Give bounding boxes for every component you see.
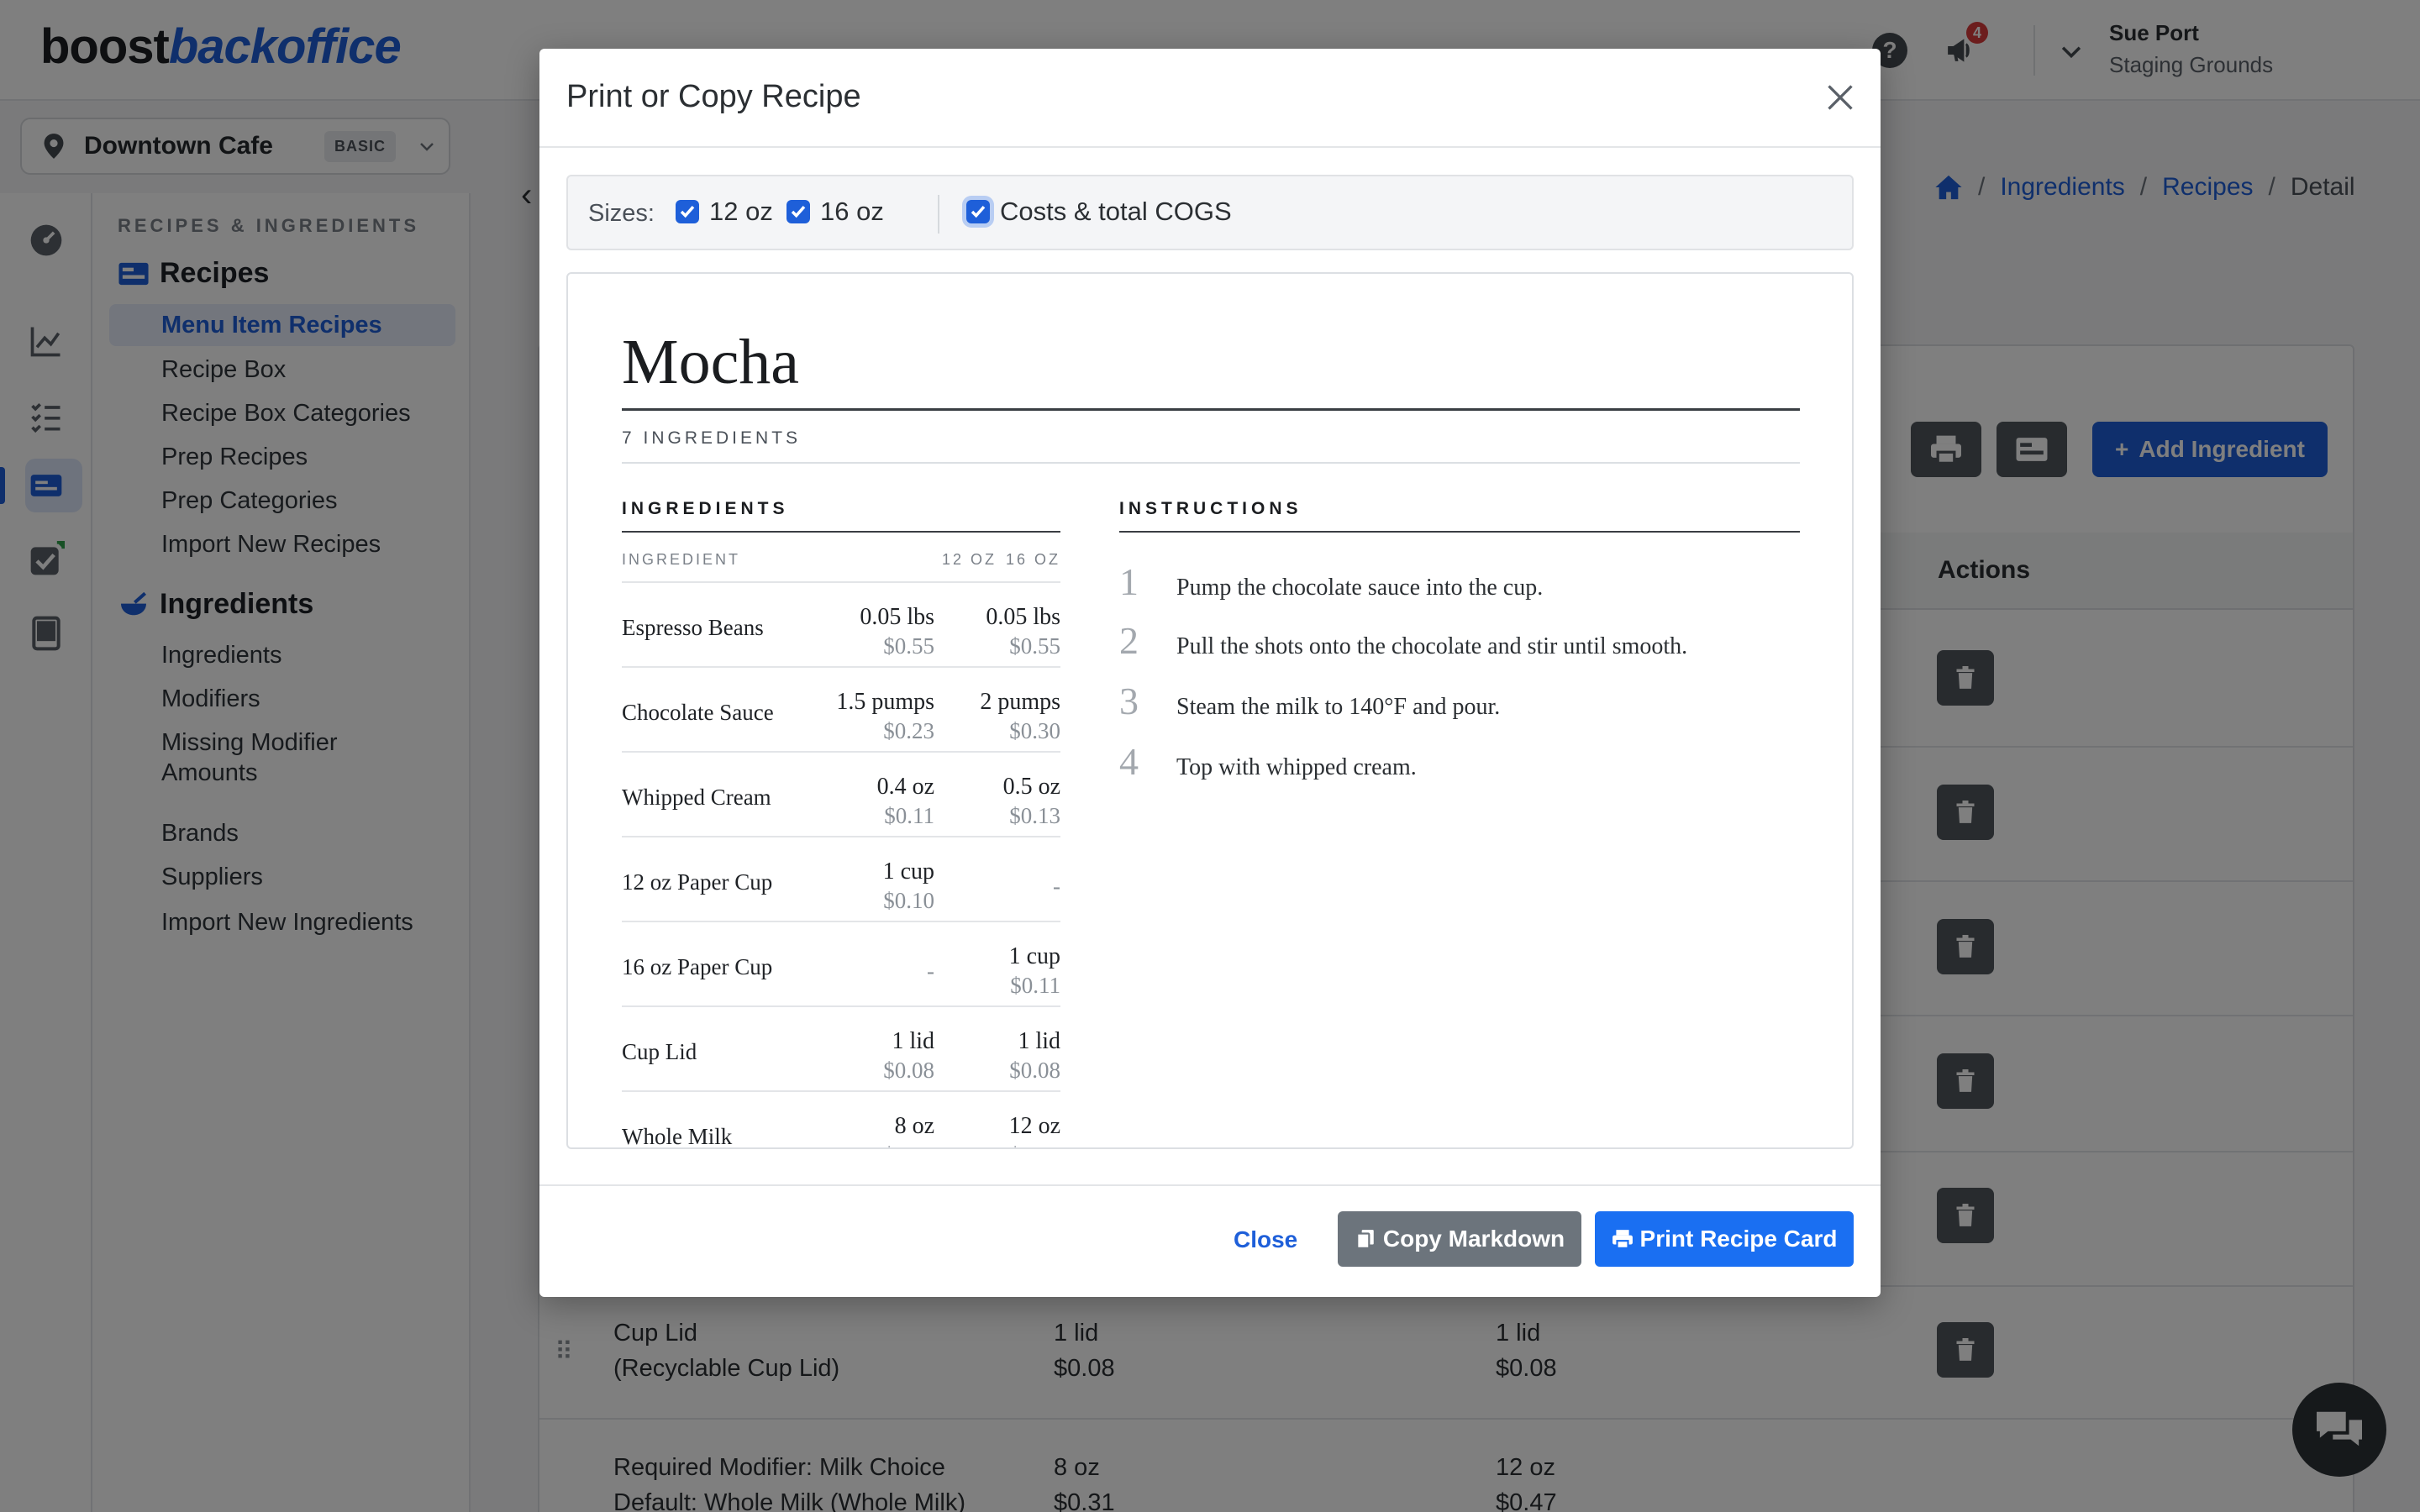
ingredient-row: Cup Lid 1 lid $0.08 1 lid $0.08 — [622, 1005, 1060, 1090]
modal-header: Print or Copy Recipe — [539, 49, 1881, 148]
instruction-step: 1 Pump the chocolate sauce into the cup. — [1119, 560, 1544, 603]
costs-checkbox[interactable] — [966, 200, 990, 223]
size-16oz-checkbox[interactable] — [786, 200, 810, 223]
modal-title: Print or Copy Recipe — [566, 79, 861, 114]
copy-icon — [1356, 1230, 1374, 1249]
print-recipe-modal: Print or Copy Recipe Sizes: 12 oz 16 oz … — [539, 49, 1881, 1297]
instruction-step: 4 Top with whipped cream. — [1119, 740, 1417, 783]
ingredient-count: 7 INGREDIENTS — [622, 428, 802, 448]
copy-markdown-button[interactable]: Copy Markdown — [1338, 1211, 1581, 1267]
ingredient-row: Whole Milk 8 oz$0.31 12 oz$0.47 — [622, 1090, 1060, 1147]
instruction-step: 3 Steam the milk to 140°F and pour. — [1119, 680, 1501, 722]
ingredient-row: Whipped Cream 0.4 oz $0.11 0.5 oz $0.13 — [622, 751, 1060, 836]
printer-icon — [1612, 1230, 1633, 1249]
ingredient-row: Espresso Beans 0.05 lbs $0.55 0.05 lbs $0.… — [622, 581, 1060, 666]
recipe-card-preview[interactable]: Mocha 7 INGREDIENTS INGREDIENTS INGREDIE… — [566, 272, 1854, 1149]
instruction-step: 2 Pull the shots onto the chocolate and s… — [1119, 619, 1688, 662]
divider — [938, 195, 939, 234]
close-button[interactable]: Close — [1234, 1226, 1297, 1253]
size-12oz-label[interactable]: 12 oz — [709, 197, 773, 227]
col-16oz-header: 16 OZ — [1005, 551, 1060, 568]
size-12oz-checkbox[interactable] — [676, 200, 699, 223]
divider — [622, 531, 1060, 533]
ingredients-heading: INGREDIENTS — [622, 499, 789, 518]
ingredient-row: Chocolate Sauce 1.5 pumps $0.23 2 pumps $0… — [622, 666, 1060, 751]
ingredient-row: 12 oz Paper Cup 1 cup $0.10 - — [622, 836, 1060, 921]
close-icon[interactable] — [1825, 82, 1855, 113]
size-16oz-label[interactable]: 16 oz — [820, 197, 884, 227]
print-options-bar: Sizes: 12 oz 16 oz Costs & total COGS — [566, 175, 1854, 250]
modal-footer: Close Copy Markdown Print Recipe Card — [539, 1184, 1881, 1297]
recipe-name: Mocha — [622, 327, 800, 397]
divider — [622, 462, 1800, 464]
sizes-label: Sizes: — [588, 200, 655, 227]
divider — [1119, 531, 1800, 533]
costs-label[interactable]: Costs & total COGS — [1000, 197, 1232, 227]
ingredient-row: 16 oz Paper Cup - 1 cup $0.11 — [622, 921, 1060, 1005]
instructions-heading: INSTRUCTIONS — [1119, 499, 1302, 518]
print-recipe-card-button[interactable]: Print Recipe Card — [1595, 1211, 1854, 1267]
divider — [622, 408, 1800, 411]
col-ingredient-header: INGREDIENT — [622, 551, 741, 568]
